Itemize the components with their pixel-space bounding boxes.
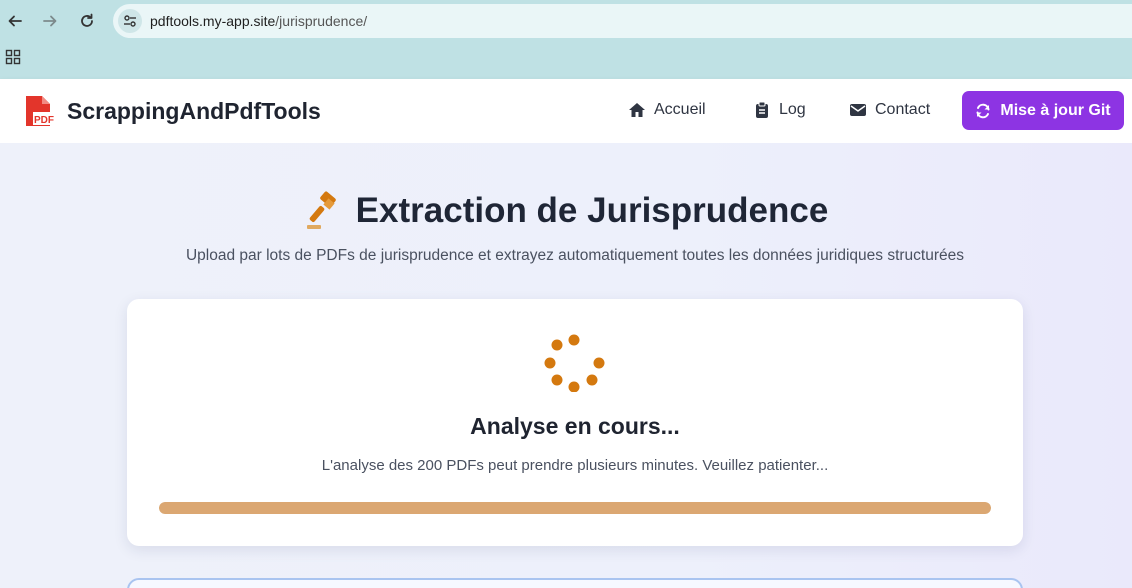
page-subtitle: Upload par lots de PDFs de jurisprudence… <box>185 247 964 264</box>
sync-icon <box>976 103 990 118</box>
brand-name[interactable]: ScrappingAndPdfTools <box>67 98 321 125</box>
clipboard-icon <box>756 101 768 118</box>
nav-log[interactable]: Log <box>753 101 806 119</box>
forward-button[interactable] <box>38 9 62 33</box>
pdf-file-icon[interactable]: PDF <box>24 94 56 128</box>
envelope-icon <box>850 104 866 116</box>
browser-chrome: pdftools.my-app.site/jurisprudence/ <box>0 0 1132 79</box>
site-info-icon[interactable] <box>118 9 142 33</box>
progress-bar <box>159 502 991 514</box>
git-update-label: Mise à jour Git <box>1000 101 1111 119</box>
loading-title: Analyse en cours... <box>470 413 680 439</box>
git-update-button[interactable]: Mise à jour Git <box>962 91 1124 130</box>
loading-message: L'analyse des 200 PDFs peut prendre plus… <box>321 457 829 474</box>
gavel-icon <box>306 191 336 229</box>
nav-contact[interactable]: Contact <box>849 101 930 119</box>
nav-home[interactable]: Accueil <box>628 101 706 119</box>
nav-contact-label: Contact <box>875 101 931 118</box>
reload-button[interactable] <box>75 9 99 33</box>
upload-card <box>127 578 1023 588</box>
reload-icon <box>81 13 93 27</box>
progress-fill <box>159 502 991 514</box>
apps-grid-icon[interactable] <box>5 49 21 65</box>
nav-home-label: Accueil <box>654 101 706 118</box>
home-icon <box>629 103 645 117</box>
app-header: PDF ScrappingAndPdfTools Accueil Log Con… <box>0 79 1132 143</box>
page-title: Extraction de Jurisprudence <box>355 191 829 230</box>
url-text: pdftools.my-app.site/jurisprudence/ <box>150 13 368 29</box>
back-button[interactable] <box>3 9 27 33</box>
page-heading: Extraction de Jurisprudence <box>0 191 1132 231</box>
svg-text:PDF: PDF <box>34 115 54 126</box>
arrow-right-icon <box>43 15 57 27</box>
loading-spinner-icon <box>544 334 605 392</box>
arrow-left-icon <box>8 15 22 27</box>
nav-log-label: Log <box>779 101 806 118</box>
address-bar[interactable]: pdftools.my-app.site/jurisprudence/ <box>113 4 1132 38</box>
